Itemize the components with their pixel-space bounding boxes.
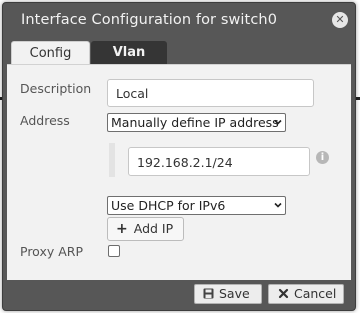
- add-ip-button[interactable]: + Add IP: [107, 217, 184, 241]
- x-icon: [278, 288, 289, 299]
- floppy-disk-icon: [203, 288, 214, 299]
- chevron-down-icon: [274, 119, 282, 125]
- close-icon[interactable]: ✕: [332, 12, 348, 28]
- dialog-titlebar[interactable]: Interface Configuration for switch0 ✕: [3, 3, 355, 39]
- info-icon[interactable]: i: [316, 151, 329, 164]
- dialog-title: Interface Configuration for switch0: [21, 12, 278, 28]
- config-panel: Description Local Address Manually defin…: [7, 64, 351, 280]
- proxy-arp-label: Proxy ARP: [20, 244, 83, 259]
- background-page-line-right: [356, 97, 360, 100]
- cancel-label: Cancel: [294, 286, 337, 301]
- address-mode-select[interactable]: Manually define IP address: [107, 113, 286, 132]
- address-label: Address: [20, 113, 70, 128]
- proxy-arp-checkbox[interactable]: [108, 245, 120, 257]
- chevron-down-icon: [274, 202, 282, 208]
- tab-config[interactable]: Config: [11, 41, 90, 65]
- description-input[interactable]: Local: [107, 79, 314, 107]
- ip-address-input[interactable]: 192.168.2.1/24: [128, 147, 310, 176]
- address-mode-value: Manually define IP address: [111, 115, 279, 130]
- cancel-button[interactable]: Cancel: [268, 284, 344, 304]
- interface-config-dialog: Interface Configuration for switch0 ✕ Co…: [2, 2, 356, 311]
- tab-vlan[interactable]: Vlan: [91, 41, 167, 65]
- save-label: Save: [219, 286, 250, 301]
- ipv6-mode-value: Use DHCP for IPv6: [111, 198, 226, 213]
- add-ip-label: Add IP: [133, 221, 174, 236]
- description-label: Description: [20, 81, 92, 96]
- ip-group-marker: [109, 143, 115, 177]
- ipv6-mode-select[interactable]: Use DHCP for IPv6: [107, 196, 286, 215]
- plus-icon: +: [116, 221, 128, 237]
- save-button[interactable]: Save: [194, 284, 262, 304]
